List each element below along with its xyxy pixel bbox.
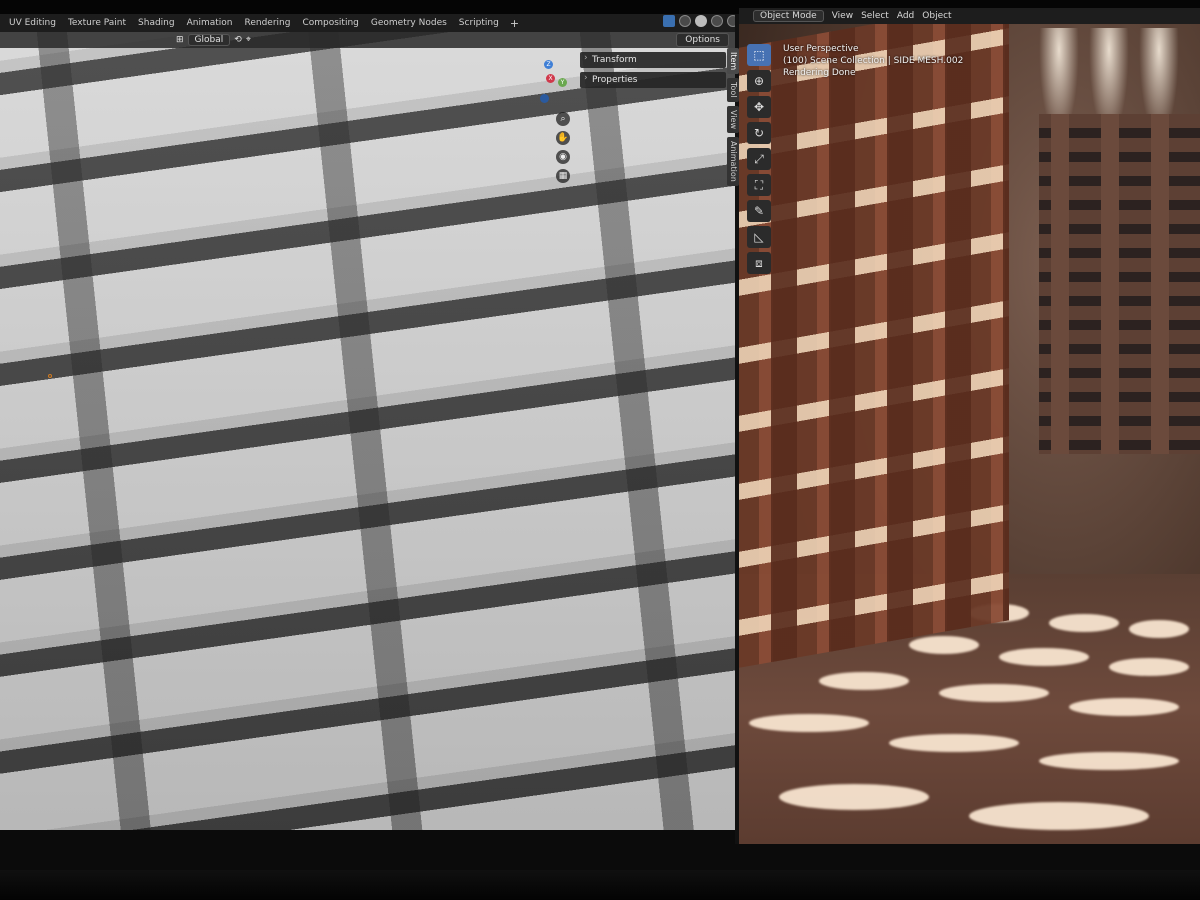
light-spot (999, 648, 1089, 666)
viewport-nav-buttons: ⌕ ✋ ◉ ▦ (556, 112, 570, 183)
light-spot (749, 714, 869, 732)
menu-add[interactable]: Add (897, 11, 914, 21)
3d-cursor-icon (48, 374, 52, 378)
overlay-toggle-icon[interactable] (663, 15, 675, 27)
tab-view[interactable]: View (727, 105, 739, 133)
light-spot (1039, 752, 1179, 770)
measure-icon[interactable]: ◺ (747, 226, 771, 248)
camera-icon[interactable]: ◉ (556, 150, 570, 164)
menu-object[interactable]: Object (922, 11, 951, 21)
light-spot (1069, 698, 1179, 716)
cursor-icon[interactable]: ⊕ (747, 70, 771, 92)
gizmo-neg-z-axis[interactable] (540, 94, 549, 103)
scene-collection-label: (100) Scene Collection | SIDE MESH.002 (783, 56, 964, 66)
light-spot (779, 784, 929, 810)
sidebar-npanel: Transform Properties (580, 52, 726, 92)
add-cube-icon[interactable]: ⧈ (747, 252, 771, 274)
select-box-icon[interactable]: ⬚ (747, 44, 771, 66)
tab-shading[interactable]: Shading (133, 16, 180, 30)
snap-icon[interactable]: ⌖ (246, 35, 251, 45)
right-viewport-header: Object Mode View Select Add Object (739, 8, 1200, 24)
tab-scripting[interactable]: Scripting (454, 16, 504, 30)
light-spot (1109, 658, 1189, 676)
gizmo-x-axis[interactable]: X (546, 74, 555, 83)
rotate-icon[interactable]: ↻ (747, 122, 771, 144)
annotate-icon[interactable]: ✎ (747, 200, 771, 222)
workspace-tab-bar: UV Editing Texture Paint Shading Animati… (0, 14, 745, 32)
pivot-icon[interactable]: ⟲ (234, 35, 242, 45)
viewport-info-overlay: User Perspective (100) Scene Collection … (783, 43, 963, 79)
left-viewport-header: ⊞ Global ⟲ ⌖ Options (0, 32, 735, 48)
rendered-back-wall (1039, 114, 1200, 454)
properties-panel-header[interactable]: Properties (580, 72, 726, 88)
transform-panel-header[interactable]: Transform (580, 52, 726, 68)
grid-icon[interactable]: ▦ (556, 169, 570, 183)
tab-item[interactable]: Item (727, 48, 739, 75)
menu-view[interactable]: View (832, 11, 853, 21)
brick-wall-shading (739, 14, 1009, 668)
view-perspective-label: User Perspective (783, 44, 859, 54)
tab-tool[interactable]: Tool (727, 78, 739, 102)
solid-shading-icon[interactable] (695, 15, 707, 27)
tab-rendering[interactable]: Rendering (239, 16, 295, 30)
viewport-shading-controls (663, 15, 739, 27)
rendered-viewport[interactable] (739, 14, 1200, 844)
solid-viewport[interactable] (0, 32, 735, 830)
tab-geometry-nodes[interactable]: Geometry Nodes (366, 16, 452, 30)
gizmo-y-axis[interactable]: Y (558, 78, 567, 87)
move-icon[interactable]: ✥ (747, 96, 771, 118)
tab-animation[interactable]: Animation (182, 16, 238, 30)
tab-uv-editing[interactable]: UV Editing (4, 16, 61, 30)
light-spot (909, 636, 979, 654)
object-mode-select[interactable]: Object Mode (753, 10, 824, 22)
scale-icon[interactable]: ⤢ (747, 148, 771, 170)
menu-select[interactable]: Select (861, 11, 889, 21)
light-spot (1129, 620, 1189, 638)
light-spot (889, 734, 1019, 752)
sidebar-tabs: Item Tool View Animation (727, 48, 739, 186)
gizmo-z-axis[interactable]: Z (544, 60, 553, 69)
material-shading-icon[interactable] (711, 15, 723, 27)
transform-icon[interactable]: ⛶ (747, 174, 771, 196)
light-spot (819, 672, 909, 690)
tab-compositing[interactable]: Compositing (297, 16, 363, 30)
orientation-select[interactable]: Global (187, 34, 231, 46)
monitor-bezel-bottom (0, 870, 1200, 900)
tab-texture-paint[interactable]: Texture Paint (63, 16, 131, 30)
zoom-icon[interactable]: ⌕ (556, 112, 570, 126)
hand-pan-icon[interactable]: ✋ (556, 131, 570, 145)
tab-animation-sidebar[interactable]: Animation (727, 136, 739, 186)
navigation-gizmo[interactable]: Z X Y (528, 58, 578, 108)
options-button[interactable]: Options (676, 33, 729, 47)
light-spot (1049, 614, 1119, 632)
orientation-icon: ⊞ (176, 35, 184, 45)
transform-orientation[interactable]: ⊞ Global ⟲ ⌖ (176, 34, 251, 46)
light-spot (939, 684, 1049, 702)
toolbar: ⬚ ⊕ ✥ ↻ ⤢ ⛶ ✎ ◺ ⧈ (747, 44, 773, 274)
add-workspace-button[interactable]: + (506, 17, 523, 30)
render-status-label: Rendering Done (783, 68, 856, 78)
light-spot (969, 802, 1149, 830)
xray-toggle-icon[interactable] (679, 15, 691, 27)
